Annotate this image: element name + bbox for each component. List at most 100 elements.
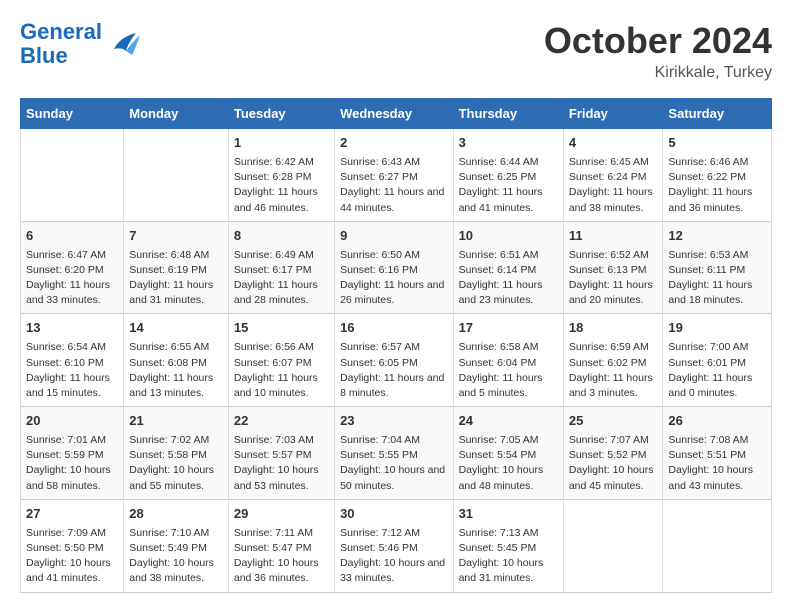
calendar-cell: 6Sunrise: 6:47 AM Sunset: 6:20 PM Daylig… xyxy=(21,221,124,314)
cell-content: Sunrise: 6:55 AM Sunset: 6:08 PM Dayligh… xyxy=(129,340,223,401)
cell-content: Sunrise: 6:47 AM Sunset: 6:20 PM Dayligh… xyxy=(26,248,118,309)
calendar-cell: 26 Sunrise: 7:08 AM Sunset: 5:51 PM Dayli… xyxy=(663,407,772,500)
day-number: 15 xyxy=(234,319,329,338)
cell-content: Sunrise: 6:54 AM Sunset: 6:10 PM Dayligh… xyxy=(26,340,118,401)
cell-content: Sunrise: 7:11 AM Sunset: 5:47 PM Dayligh… xyxy=(234,526,329,587)
cell-content: Sunrise: 6:42 AM Sunset: 6:28 PM Dayligh… xyxy=(234,155,329,216)
day-number: 30 xyxy=(340,505,447,524)
day-number: 31 xyxy=(459,505,558,524)
cell-content: Sunrise: 7:01 AM Sunset: 5:59 PM Dayligh… xyxy=(26,433,118,494)
calendar-week-row: 6Sunrise: 6:47 AM Sunset: 6:20 PM Daylig… xyxy=(21,221,772,314)
calendar-cell: 24Sunrise: 7:05 AM Sunset: 5:54 PM Dayli… xyxy=(453,407,563,500)
cell-content: Sunrise: 7:07 AM Sunset: 5:52 PM Dayligh… xyxy=(569,433,658,494)
day-number: 16 xyxy=(340,319,447,338)
day-number: 10 xyxy=(459,227,558,246)
location: Kirikkale, Turkey xyxy=(544,64,772,82)
cell-content: Sunrise: 6:45 AM Sunset: 6:24 PM Dayligh… xyxy=(569,155,658,216)
cell-content: Sunrise: 7:04 AM Sunset: 5:55 PM Dayligh… xyxy=(340,433,447,494)
calendar-cell: 5Sunrise: 6:46 AM Sunset: 6:22 PM Daylig… xyxy=(663,129,772,222)
month-title: October 2024 xyxy=(544,20,772,62)
calendar-cell: 12Sunrise: 6:53 AM Sunset: 6:11 PM Dayli… xyxy=(663,221,772,314)
day-number: 3 xyxy=(459,134,558,153)
cell-content: Sunrise: 7:08 AM Sunset: 5:51 PM Dayligh… xyxy=(668,433,766,494)
day-number: 19 xyxy=(668,319,766,338)
day-number: 25 xyxy=(569,412,658,431)
calendar-cell: 2 Sunrise: 6:43 AM Sunset: 6:27 PM Daylig… xyxy=(335,129,453,222)
calendar-cell: 11 Sunrise: 6:52 AM Sunset: 6:13 PM Dayli… xyxy=(563,221,663,314)
cell-content: Sunrise: 6:50 AM Sunset: 6:16 PM Dayligh… xyxy=(340,248,447,309)
calendar-cell: 28 Sunrise: 7:10 AM Sunset: 5:49 PM Dayli… xyxy=(124,499,229,592)
cell-content: Sunrise: 6:56 AM Sunset: 6:07 PM Dayligh… xyxy=(234,340,329,401)
col-header-wednesday: Wednesday xyxy=(335,99,453,129)
cell-content: Sunrise: 6:53 AM Sunset: 6:11 PM Dayligh… xyxy=(668,248,766,309)
calendar-cell: 9 Sunrise: 6:50 AM Sunset: 6:16 PM Daylig… xyxy=(335,221,453,314)
cell-content: Sunrise: 7:00 AM Sunset: 6:01 PM Dayligh… xyxy=(668,340,766,401)
cell-content: Sunrise: 7:02 AM Sunset: 5:58 PM Dayligh… xyxy=(129,433,223,494)
calendar-week-row: 13 Sunrise: 6:54 AM Sunset: 6:10 PM Dayli… xyxy=(21,314,772,407)
day-number: 2 xyxy=(340,134,447,153)
cell-content: Sunrise: 6:57 AM Sunset: 6:05 PM Dayligh… xyxy=(340,340,447,401)
calendar-cell: 21 Sunrise: 7:02 AM Sunset: 5:58 PM Dayli… xyxy=(124,407,229,500)
calendar-cell: 27 Sunrise: 7:09 AM Sunset: 5:50 PM Dayli… xyxy=(21,499,124,592)
col-header-monday: Monday xyxy=(124,99,229,129)
day-number: 4 xyxy=(569,134,658,153)
calendar-week-row: 20 Sunrise: 7:01 AM Sunset: 5:59 PM Dayli… xyxy=(21,407,772,500)
day-number: 14 xyxy=(129,319,223,338)
col-header-tuesday: Tuesday xyxy=(228,99,334,129)
day-number: 26 xyxy=(668,412,766,431)
day-number: 7 xyxy=(129,227,223,246)
calendar-cell xyxy=(563,499,663,592)
day-number: 27 xyxy=(26,505,118,524)
logo-icon xyxy=(106,29,142,59)
calendar-cell: 7 Sunrise: 6:48 AM Sunset: 6:19 PM Daylig… xyxy=(124,221,229,314)
day-number: 8 xyxy=(234,227,329,246)
cell-content: Sunrise: 6:51 AM Sunset: 6:14 PM Dayligh… xyxy=(459,248,558,309)
calendar-cell: 31 Sunrise: 7:13 AM Sunset: 5:45 PM Dayli… xyxy=(453,499,563,592)
calendar-cell xyxy=(124,129,229,222)
day-number: 23 xyxy=(340,412,447,431)
calendar-cell: 10 Sunrise: 6:51 AM Sunset: 6:14 PM Dayli… xyxy=(453,221,563,314)
cell-content: Sunrise: 6:52 AM Sunset: 6:13 PM Dayligh… xyxy=(569,248,658,309)
cell-content: Sunrise: 6:43 AM Sunset: 6:27 PM Dayligh… xyxy=(340,155,447,216)
col-header-thursday: Thursday xyxy=(453,99,563,129)
cell-content: Sunrise: 7:05 AM Sunset: 5:54 PM Dayligh… xyxy=(459,433,558,494)
day-number: 13 xyxy=(26,319,118,338)
day-number: 17 xyxy=(459,319,558,338)
cell-content: Sunrise: 6:48 AM Sunset: 6:19 PM Dayligh… xyxy=(129,248,223,309)
calendar-cell: 18Sunrise: 6:59 AM Sunset: 6:02 PM Dayli… xyxy=(563,314,663,407)
col-header-saturday: Saturday xyxy=(663,99,772,129)
day-number: 1 xyxy=(234,134,329,153)
col-header-friday: Friday xyxy=(563,99,663,129)
page-header: GeneralBlue October 2024 Kirikkale, Turk… xyxy=(20,20,772,82)
title-block: October 2024 Kirikkale, Turkey xyxy=(544,20,772,82)
day-number: 11 xyxy=(569,227,658,246)
calendar-cell: 20 Sunrise: 7:01 AM Sunset: 5:59 PM Dayli… xyxy=(21,407,124,500)
col-header-sunday: Sunday xyxy=(21,99,124,129)
cell-content: Sunrise: 6:59 AM Sunset: 6:02 PM Dayligh… xyxy=(569,340,658,401)
calendar-cell: 14 Sunrise: 6:55 AM Sunset: 6:08 PM Dayli… xyxy=(124,314,229,407)
calendar-header-row: SundayMondayTuesdayWednesdayThursdayFrid… xyxy=(21,99,772,129)
calendar-cell: 15 Sunrise: 6:56 AM Sunset: 6:07 PM Dayli… xyxy=(228,314,334,407)
day-number: 9 xyxy=(340,227,447,246)
cell-content: Sunrise: 7:10 AM Sunset: 5:49 PM Dayligh… xyxy=(129,526,223,587)
cell-content: Sunrise: 6:49 AM Sunset: 6:17 PM Dayligh… xyxy=(234,248,329,309)
day-number: 22 xyxy=(234,412,329,431)
cell-content: Sunrise: 7:09 AM Sunset: 5:50 PM Dayligh… xyxy=(26,526,118,587)
cell-content: Sunrise: 7:13 AM Sunset: 5:45 PM Dayligh… xyxy=(459,526,558,587)
calendar-cell: 23 Sunrise: 7:04 AM Sunset: 5:55 PM Dayli… xyxy=(335,407,453,500)
day-number: 21 xyxy=(129,412,223,431)
day-number: 28 xyxy=(129,505,223,524)
cell-content: Sunrise: 7:03 AM Sunset: 5:57 PM Dayligh… xyxy=(234,433,329,494)
calendar-cell: 8 Sunrise: 6:49 AM Sunset: 6:17 PM Daylig… xyxy=(228,221,334,314)
calendar-cell: 25 Sunrise: 7:07 AM Sunset: 5:52 PM Dayli… xyxy=(563,407,663,500)
calendar-week-row: 27 Sunrise: 7:09 AM Sunset: 5:50 PM Dayli… xyxy=(21,499,772,592)
cell-content: Sunrise: 6:58 AM Sunset: 6:04 PM Dayligh… xyxy=(459,340,558,401)
calendar-week-row: 1 Sunrise: 6:42 AM Sunset: 6:28 PM Daylig… xyxy=(21,129,772,222)
calendar-cell: 22 Sunrise: 7:03 AM Sunset: 5:57 PM Dayli… xyxy=(228,407,334,500)
logo: GeneralBlue xyxy=(20,20,142,68)
logo-text: GeneralBlue xyxy=(20,20,102,68)
calendar-cell: 30Sunrise: 7:12 AM Sunset: 5:46 PM Dayli… xyxy=(335,499,453,592)
calendar-cell xyxy=(663,499,772,592)
day-number: 20 xyxy=(26,412,118,431)
calendar-table: SundayMondayTuesdayWednesdayThursdayFrid… xyxy=(20,98,772,593)
